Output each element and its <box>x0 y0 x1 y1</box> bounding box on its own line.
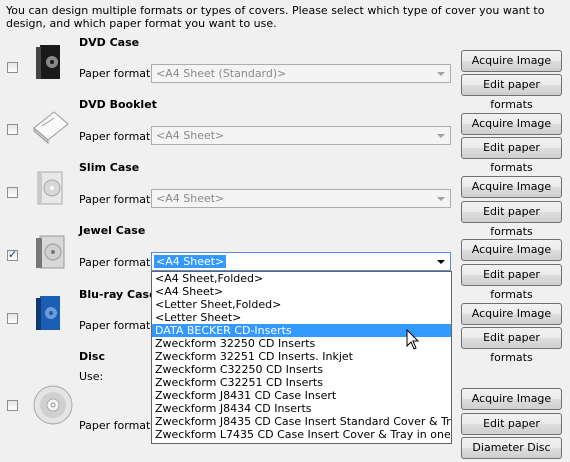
paper-format-label: Paper format: <box>79 319 155 332</box>
jewel-case-format-select[interactable]: <A4 Sheet> <box>151 252 451 271</box>
chevron-down-icon <box>437 260 445 264</box>
dvd-booklet-title: DVD Booklet <box>79 98 157 111</box>
dropdown-option[interactable]: Zweckform C32250 CD Inserts <box>152 363 451 376</box>
slim-case-checkbox[interactable] <box>7 187 18 198</box>
dropdown-option[interactable]: Zweckform 32251 CD Inserts. Inkjet <box>152 350 451 363</box>
disc-edit-button[interactable]: Edit paper formats <box>461 413 562 450</box>
dropdown-option[interactable]: Zweckform J8435 CD Case Insert Standard … <box>152 415 451 428</box>
chevron-down-icon <box>437 72 445 76</box>
bluray-case-edit-button[interactable]: Edit paper formats <box>461 327 562 364</box>
bluray-case-icon <box>36 296 60 330</box>
jewel-case-acquire-button[interactable]: Acquire Image <box>461 239 562 261</box>
disc-checkbox[interactable] <box>7 400 18 411</box>
slim-case-format-select[interactable]: <A4 Sheet> <box>151 189 451 208</box>
dvd-booklet-edit-button[interactable]: Edit paper formats <box>461 137 562 174</box>
jewel-case-format-value: <A4 Sheet> <box>154 255 227 268</box>
dropdown-option[interactable]: <Letter Sheet> <box>152 311 451 324</box>
mouse-cursor-icon <box>406 329 420 350</box>
dvd-case-format-value: <A4 Sheet (Standard)> <box>156 67 287 80</box>
dvd-booklet-format-value: <A4 Sheet> <box>156 129 225 142</box>
slim-case-edit-button[interactable]: Edit paper formats <box>461 201 562 238</box>
paper-format-label: Paper format: <box>79 193 155 206</box>
dvd-booklet-format-select[interactable]: <A4 Sheet> <box>151 126 451 145</box>
dropdown-option[interactable]: Zweckform L7435 CD Case Insert Cover & T… <box>152 428 451 441</box>
slim-case-acquire-button[interactable]: Acquire Image <box>461 176 562 198</box>
dvd-case-acquire-button[interactable]: Acquire Image <box>461 50 562 72</box>
disc-title: Disc <box>79 350 105 363</box>
dropdown-option[interactable]: <A4 Sheet> <box>152 285 451 298</box>
paper-format-label: Paper format: <box>79 256 155 269</box>
slim-case-icon <box>37 171 63 205</box>
bluray-case-title: Blu-ray Case <box>79 288 157 301</box>
jewel-case-edit-button[interactable]: Edit paper formats <box>461 264 562 301</box>
dvd-booklet-acquire-button[interactable]: Acquire Image <box>461 113 562 135</box>
disc-acquire-button[interactable]: Acquire Image <box>461 388 562 410</box>
dvd-case-icon <box>36 45 60 79</box>
dvd-case-title: DVD Case <box>79 36 140 49</box>
dvd-booklet-checkbox[interactable] <box>7 124 18 135</box>
dvd-case-format-select[interactable]: <A4 Sheet (Standard)> <box>151 64 451 83</box>
jewel-case-checkbox[interactable] <box>7 248 18 261</box>
chevron-down-icon <box>437 134 445 138</box>
dropdown-option[interactable]: <A4 Sheet,Folded> <box>152 272 451 285</box>
use-label: Use: <box>79 370 104 383</box>
booklet-icon <box>33 111 69 145</box>
slim-case-title: Slim Case <box>79 161 140 174</box>
bluray-case-checkbox[interactable] <box>7 313 18 324</box>
intro-text: You can design multiple formats or types… <box>6 4 545 30</box>
slim-case-format-value: <A4 Sheet> <box>156 192 225 205</box>
jewel-case-title: Jewel Case <box>79 224 146 237</box>
dvd-case-edit-button[interactable]: Edit paper formats <box>461 74 562 111</box>
paper-format-label: Paper format: <box>79 419 155 432</box>
dropdown-option[interactable]: Zweckform J8431 CD Case Insert <box>152 389 451 402</box>
paper-format-dropdown-list[interactable]: <A4 Sheet,Folded> <A4 Sheet> <Letter She… <box>151 271 452 444</box>
bluray-case-acquire-button[interactable]: Acquire Image <box>461 303 562 325</box>
diameter-disc-button[interactable]: Diameter Disc <box>461 437 562 459</box>
paper-format-label: Paper format: <box>79 67 155 80</box>
dropdown-option[interactable]: <Letter Sheet,Folded> <box>152 298 451 311</box>
jewel-case-icon <box>36 235 65 269</box>
dropdown-option[interactable]: Zweckform C32251 CD Inserts <box>152 376 451 389</box>
dvd-case-checkbox[interactable] <box>7 62 18 73</box>
dropdown-option[interactable]: Zweckform J8434 CD Inserts <box>152 402 451 415</box>
disc-icon <box>33 385 73 425</box>
chevron-down-icon <box>437 197 445 201</box>
paper-format-label: Paper format: <box>79 130 155 143</box>
